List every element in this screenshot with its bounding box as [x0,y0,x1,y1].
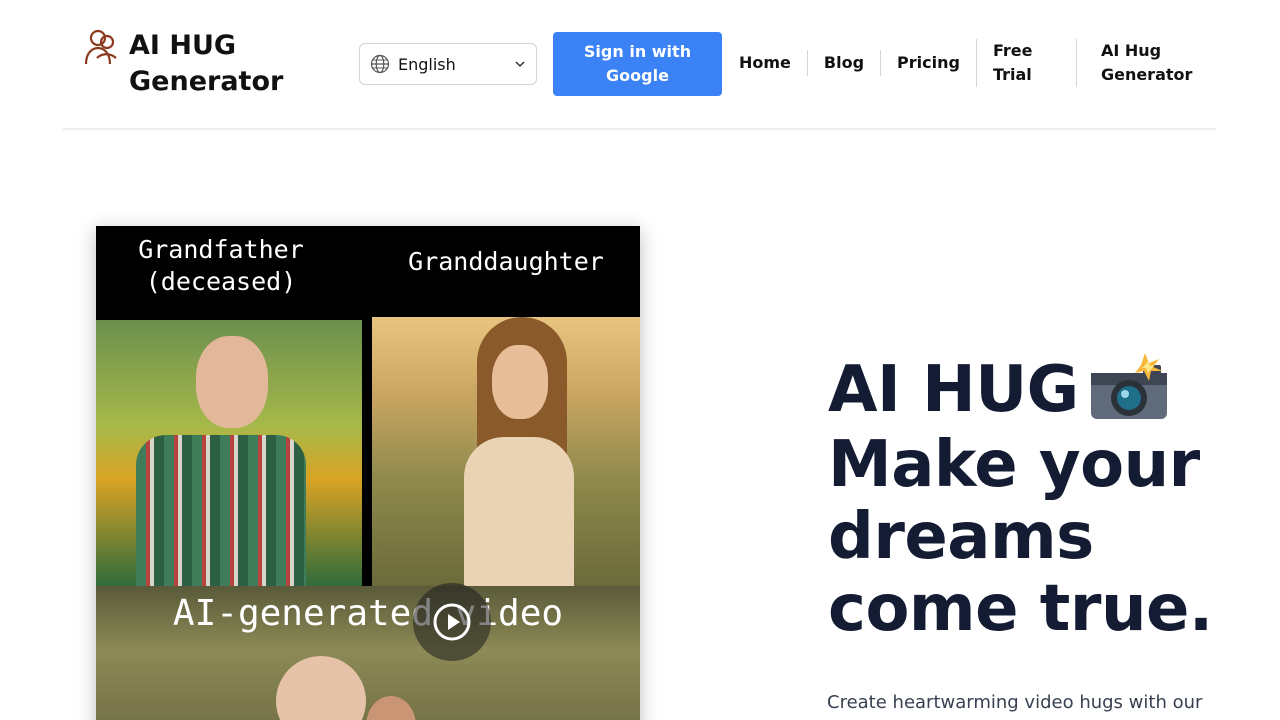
hug-icon [84,29,117,65]
nav-free-trial[interactable]: Free Trial [975,39,1076,87]
nav-pricing[interactable]: Pricing [880,50,976,76]
hero-title: AI HUG Make your dreams come true. [828,353,1248,647]
hero-title-rest: Make your dreams come true. [828,428,1213,647]
caption-ai-generated: AI-generated video [172,593,564,634]
chevron-down-icon [515,61,525,68]
nav-ai-hug-generator[interactable]: AI Hug Generator [1075,39,1202,87]
language-value: English [398,54,456,74]
camera-flash-icon [1090,353,1167,420]
nav-blog[interactable]: Blog [806,50,880,76]
logo[interactable]: AI HUG Generator [83,28,289,100]
main-nav: Home Blog Pricing Free Trial AI Hug Gene… [723,38,1202,88]
play-icon [433,603,471,641]
granddaughter-head [366,696,416,720]
granddaughter-photo [372,317,640,586]
logo-title: AI HUG Generator [129,30,284,97]
grandfather-photo [96,320,362,586]
globe-icon [370,54,390,74]
play-button[interactable] [413,583,491,661]
demo-video[interactable]: Grandfather (deceased) Granddaughter AI-… [96,226,640,720]
caption-granddaughter: Granddaughter [408,247,604,276]
grandfather-head [276,656,366,720]
dress [464,437,574,586]
plaid-shirt [136,435,306,586]
sign-in-google-button[interactable]: Sign in with Google [553,32,722,96]
caption-grandfather: Grandfather (deceased) [138,235,304,296]
language-select[interactable]: English [359,43,537,85]
grandfather-face [196,336,268,428]
hero-subtitle: Create heartwarming video hugs with our [827,692,1203,713]
granddaughter-face [492,345,548,419]
header: AI HUG Generator English Sign in with Go… [63,0,1216,130]
hero-title-main: AI HUG [828,353,1079,427]
nav-home[interactable]: Home [723,50,807,76]
